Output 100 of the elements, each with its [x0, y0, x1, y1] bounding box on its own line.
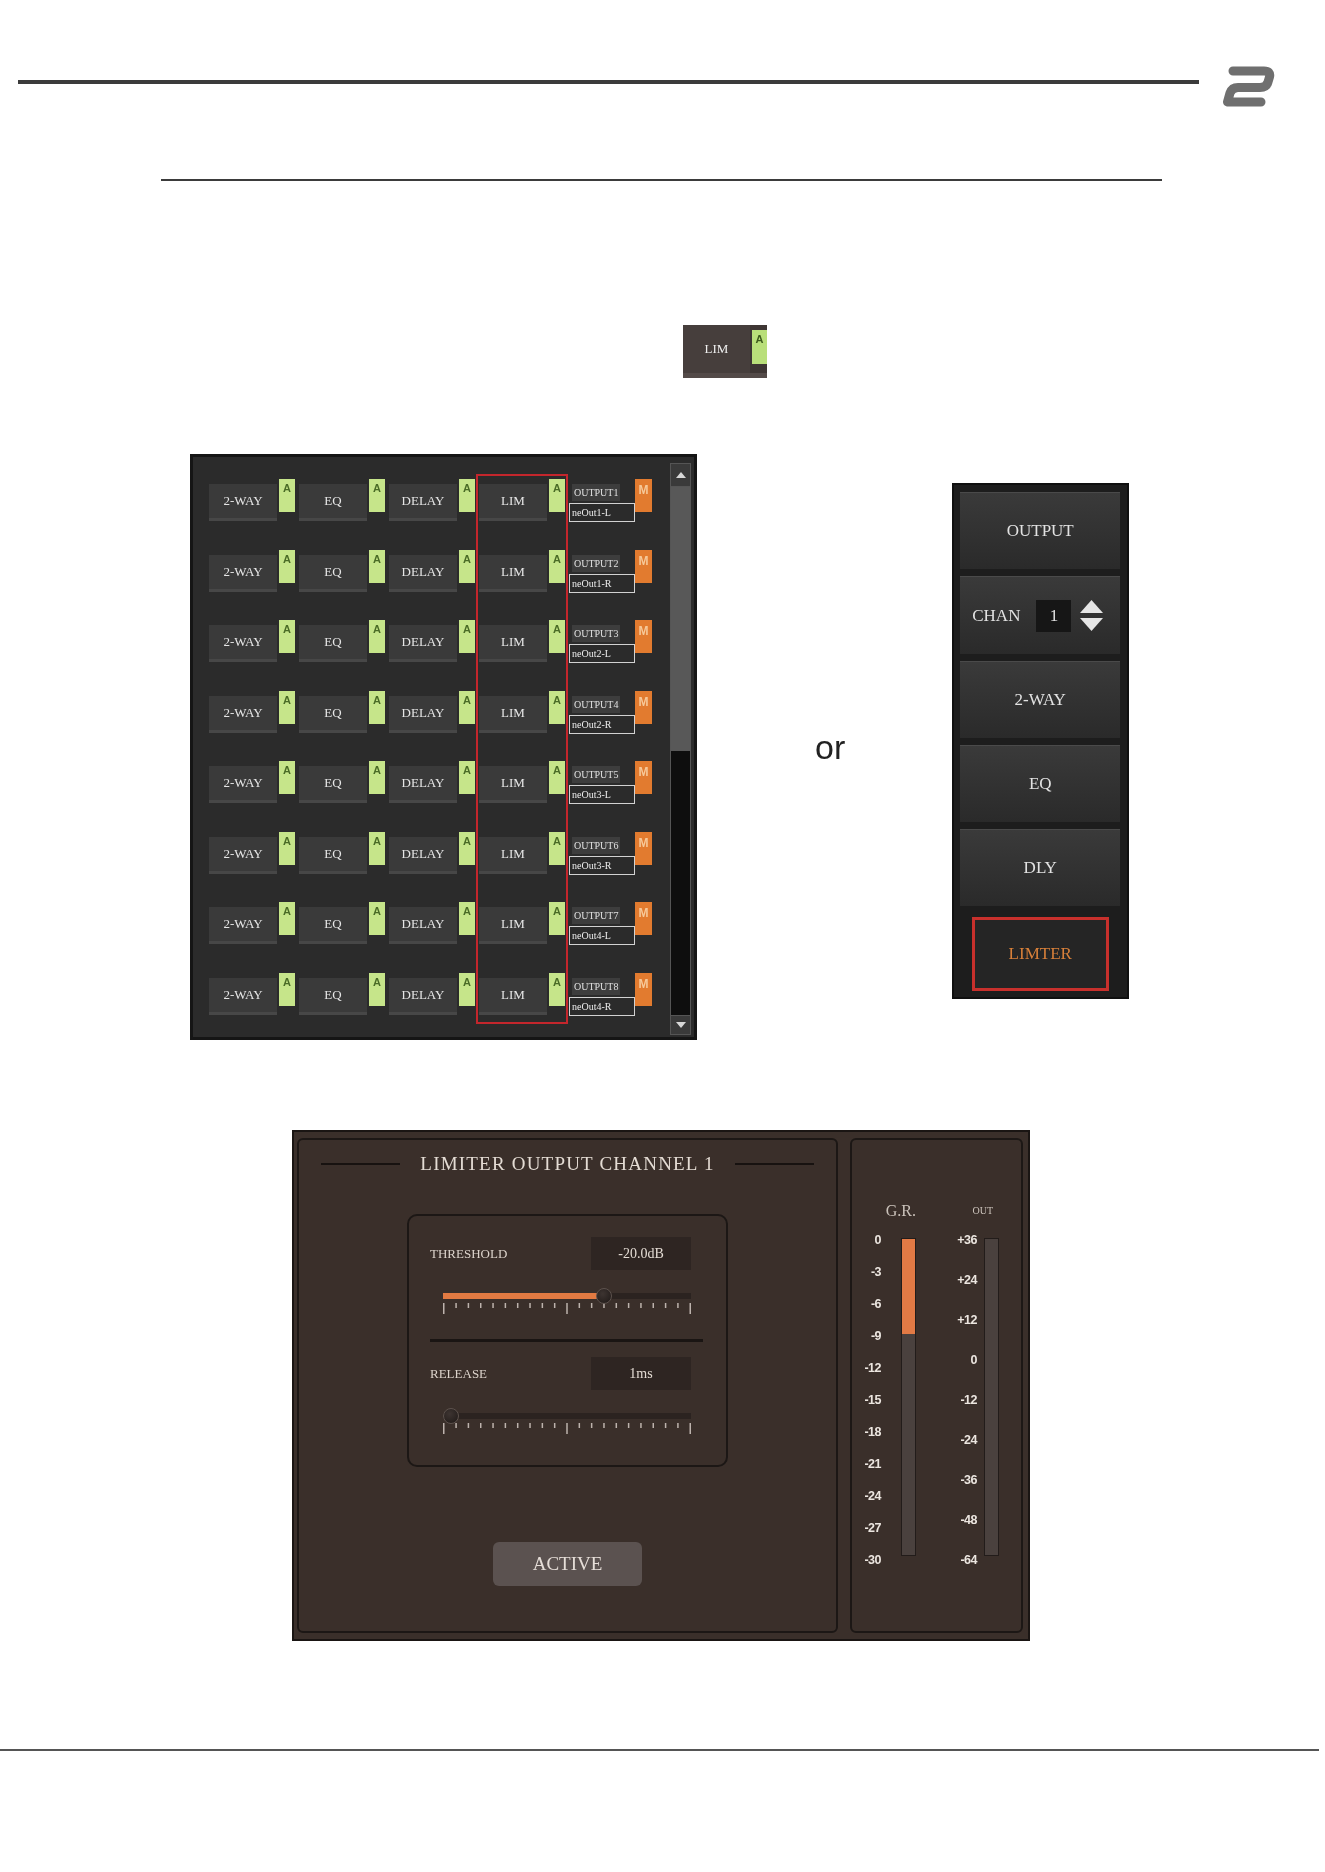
module-button[interactable]: LIM [479, 836, 547, 874]
module-button[interactable]: DELAY [389, 554, 457, 592]
menu-button[interactable]: LIMTER [971, 917, 1109, 991]
module-button[interactable]: 2-WAY [209, 907, 277, 944]
a-toggle[interactable]: A [459, 761, 475, 794]
up-arrow-icon[interactable] [1080, 600, 1104, 613]
module-button[interactable]: LIM [479, 484, 547, 521]
menu-button[interactable]: OUTPUT [960, 492, 1121, 569]
scrollbar-thumb[interactable] [671, 487, 690, 751]
a-toggle[interactable]: A [279, 972, 295, 1006]
a-toggle[interactable]: A [549, 690, 565, 724]
a-toggle[interactable]: A [549, 479, 565, 512]
module-button[interactable]: DELAY [389, 625, 457, 662]
a-toggle[interactable]: A [279, 690, 295, 724]
module-button[interactable]: EQ [299, 977, 367, 1015]
a-toggle[interactable]: A [279, 831, 295, 865]
output-name-label: neOut1-L [569, 503, 635, 522]
module-button[interactable]: EQ [299, 836, 367, 874]
a-toggle[interactable]: A [459, 972, 475, 1006]
value-field[interactable]: 1ms [591, 1357, 691, 1390]
menu-button[interactable]: EQ [960, 745, 1121, 822]
a-toggle[interactable]: A [549, 549, 565, 583]
a-toggle[interactable]: A [459, 831, 475, 865]
meter-scale-label: -15 [863, 1393, 881, 1407]
module-button[interactable]: EQ [299, 625, 367, 662]
module-button[interactable]: LIM [479, 977, 547, 1015]
output-name-label: neOut3-L [569, 785, 635, 804]
module-button[interactable]: LIM [479, 907, 547, 944]
a-toggle[interactable]: A [369, 620, 385, 653]
control-label: THRESHOLD [430, 1245, 508, 1262]
module-button[interactable]: EQ [299, 907, 367, 944]
module-button[interactable]: 2-WAY [209, 836, 277, 874]
a-toggle[interactable]: A [279, 761, 295, 794]
a-toggle[interactable]: A [459, 690, 475, 724]
meter-scale-label: 0 [969, 1353, 977, 1367]
output-channel-label: OUTPUT2 [572, 554, 621, 572]
module-button[interactable]: LIM [479, 695, 547, 733]
or-label: or [815, 727, 846, 767]
module-button[interactable]: 2-WAY [209, 625, 277, 662]
slider-thumb[interactable] [443, 1408, 459, 1424]
scroll-down-button[interactable] [670, 1015, 691, 1035]
meter-scale-label: -30 [863, 1553, 881, 1567]
scroll-up-button[interactable] [670, 463, 691, 487]
active-button[interactable]: ACTIVE [493, 1542, 642, 1586]
a-toggle[interactable]: A [369, 902, 385, 935]
meter-scale-label: -36 [959, 1473, 977, 1487]
module-button[interactable]: 2-WAY [209, 554, 277, 592]
meter-scale-label: -24 [863, 1489, 881, 1503]
module-button[interactable]: DELAY [389, 695, 457, 733]
module-button[interactable]: DELAY [389, 766, 457, 803]
a-toggle[interactable]: A [549, 972, 565, 1006]
menu-button[interactable]: 2-WAY [960, 661, 1121, 738]
module-button[interactable]: DELAY [389, 836, 457, 874]
module-button[interactable]: LIM [479, 554, 547, 592]
a-toggle[interactable]: A [369, 690, 385, 724]
value-field[interactable]: -20.0dB [591, 1237, 691, 1270]
module-button[interactable]: DELAY [389, 907, 457, 944]
a-toggle[interactable]: A [369, 549, 385, 583]
a-toggle[interactable]: A [279, 549, 295, 583]
a-toggle[interactable]: A [369, 972, 385, 1006]
output-channel-label: OUTPUT8 [572, 977, 621, 995]
a-toggle[interactable]: A [459, 549, 475, 583]
a-toggle[interactable]: A [459, 479, 475, 512]
module-button[interactable]: 2-WAY [209, 695, 277, 733]
menu-button[interactable]: DLY [960, 829, 1121, 906]
module-button[interactable]: EQ [299, 766, 367, 803]
output-name-label: neOut2-L [569, 644, 635, 663]
a-toggle[interactable]: A [369, 479, 385, 512]
a-toggle[interactable]: A [549, 831, 565, 865]
module-button[interactable]: EQ [299, 695, 367, 733]
a-toggle[interactable]: A [369, 831, 385, 865]
meter-scale-label: -24 [959, 1433, 977, 1447]
a-toggle[interactable]: A [752, 330, 767, 364]
module-button[interactable]: DELAY [389, 484, 457, 521]
a-toggle[interactable]: A [279, 479, 295, 512]
a-toggle[interactable]: A [459, 902, 475, 935]
output-name-label: neOut1-R [569, 573, 635, 593]
channel-field[interactable]: 1 [1036, 599, 1072, 632]
slider-thumb[interactable] [596, 1288, 613, 1304]
module-button[interactable]: EQ [299, 484, 367, 521]
lim-button[interactable]: LIM [683, 325, 750, 373]
a-toggle[interactable]: A [549, 761, 565, 794]
a-toggle[interactable]: A [459, 620, 475, 653]
meter-scale-label: -6 [869, 1297, 881, 1311]
module-button[interactable]: 2-WAY [209, 977, 277, 1015]
output-name-label: neOut4-R [569, 996, 635, 1016]
module-button[interactable]: LIM [479, 766, 547, 803]
module-button[interactable]: 2-WAY [209, 484, 277, 521]
module-button[interactable]: DELAY [389, 977, 457, 1015]
meter-scale-label: -12 [863, 1361, 881, 1375]
channel-label: CHAN [972, 605, 1021, 626]
module-button[interactable]: 2-WAY [209, 766, 277, 803]
a-toggle[interactable]: A [549, 902, 565, 935]
a-toggle[interactable]: A [369, 761, 385, 794]
module-button[interactable]: EQ [299, 554, 367, 592]
down-arrow-icon[interactable] [1080, 618, 1104, 631]
a-toggle[interactable]: A [549, 620, 565, 653]
a-toggle[interactable]: A [279, 902, 295, 935]
a-toggle[interactable]: A [279, 620, 295, 653]
module-button[interactable]: LIM [479, 625, 547, 662]
